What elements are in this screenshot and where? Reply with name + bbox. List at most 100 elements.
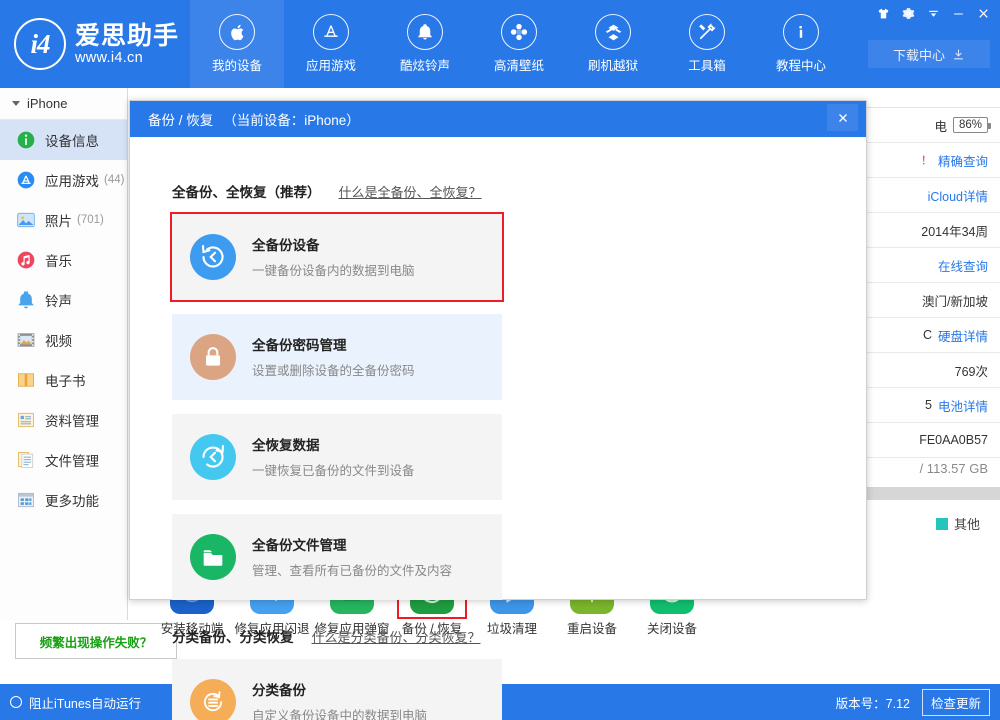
sidebar-item-label: 视频 (45, 330, 72, 350)
info-prefix: C (923, 328, 932, 342)
more-icon (16, 490, 36, 510)
logo-text: i4 (30, 29, 49, 60)
download-center-button[interactable]: 下载中心 (868, 40, 990, 68)
sidebar-item-label: 铃声 (45, 290, 72, 310)
info-value: 2014年34周 (921, 221, 988, 240)
sidebar-item-label: 文件管理 (45, 450, 99, 470)
apple-icon (219, 14, 255, 50)
check-update-button[interactable]: 检查更新 (922, 689, 990, 716)
dialog-title: 备份 / 恢复 (148, 109, 213, 129)
sidebar-item-file-mgmt[interactable]: 文件管理 (0, 440, 127, 480)
sidebar-item-ringtones[interactable]: 铃声 (0, 280, 127, 320)
nav-label: 应用游戏 (306, 55, 356, 74)
itunes-toggle-label: 阻止iTunes自动运行 (29, 693, 141, 712)
section-title: 分类备份、分类恢复 (172, 626, 294, 646)
sidebar-item-device-info[interactable]: 设备信息 (0, 120, 127, 160)
info-prefix: 电 (934, 116, 947, 135)
folder-icon (190, 534, 236, 580)
disk-detail-link[interactable]: 硬盘详情 (938, 326, 988, 345)
itunes-toggle[interactable]: 阻止iTunes自动运行 (0, 684, 128, 720)
close-icon[interactable] (827, 104, 858, 131)
skin-icon[interactable] (871, 3, 896, 23)
battery-detail-link[interactable]: 电池详情 (938, 396, 988, 415)
info-circle-icon (16, 130, 36, 150)
legend-label-other: 其他 (954, 514, 980, 533)
card-full-restore-data[interactable]: 全恢复数据 一键恢复已备份的文件到设备 (172, 414, 502, 500)
sidebar-item-label: 应用游戏 (45, 170, 99, 190)
card-full-backup-password[interactable]: 全备份密码管理 设置或删除设备的全备份密码 (172, 314, 502, 400)
card-desc: 设置或删除设备的全备份密码 (252, 364, 415, 378)
sidebar-item-ebooks[interactable]: 电子书 (0, 360, 127, 400)
dialog-subtitle: （当前设备：iPhone） (223, 109, 360, 129)
sidebar-item-apps-games[interactable]: 应用游戏 (44) (0, 160, 127, 200)
video-icon (16, 330, 36, 350)
device-header[interactable]: iPhone (0, 88, 127, 120)
nav-item-my-device[interactable]: 我的设备 (190, 0, 284, 88)
sidebar-item-video[interactable]: 视频 (0, 320, 127, 360)
card-full-backup-file-mgmt[interactable]: 全备份文件管理 管理、查看所有已备份的文件及内容 (172, 514, 502, 600)
card-desc: 自定义备份设备中的数据到电脑 (252, 709, 427, 720)
menu-icon[interactable] (921, 3, 946, 23)
app-header: i4 爱思助手 www.i4.cn 我的设备 应用游戏 (0, 0, 1000, 88)
dialog-header: 备份 / 恢复 （当前设备：iPhone） (130, 101, 866, 137)
data-icon (16, 410, 36, 430)
nav-item-ringtones[interactable]: 酷炫铃声 (378, 0, 472, 88)
section-help-link[interactable]: 什么是全备份、全恢复？ (339, 182, 482, 201)
section-header-full-backup: 全备份、全恢复（推荐） 什么是全备份、全恢复？ (172, 181, 824, 201)
info-value: FE0AA0B57 (919, 433, 988, 447)
gear-icon[interactable] (896, 3, 921, 23)
lock-icon (190, 334, 236, 380)
tools-icon (689, 14, 725, 50)
download-icon (952, 48, 965, 61)
appstore-icon (16, 170, 36, 190)
sidebar-item-data-mgmt[interactable]: 资料管理 (0, 400, 127, 440)
card-category-backup[interactable]: 分类备份 自定义备份设备中的数据到电脑 (172, 659, 502, 720)
minimize-icon[interactable] (946, 3, 971, 23)
precise-query-link[interactable]: 精确查询 (938, 151, 988, 170)
card-title: 全备份文件管理 (252, 534, 452, 554)
brand-url: www.i4.cn (75, 50, 179, 66)
section-help-link[interactable]: 什么是分类备份、分类恢复？ (312, 627, 481, 646)
nav-item-wallpapers[interactable]: 高清壁纸 (472, 0, 566, 88)
device-name: iPhone (27, 96, 67, 111)
sidebar-item-label: 更多功能 (45, 490, 99, 510)
sidebar-item-label: 设备信息 (45, 130, 99, 150)
nav-item-apps-games[interactable]: 应用游戏 (284, 0, 378, 88)
nav-label: 工具箱 (688, 55, 726, 74)
nav-label: 酷炫铃声 (400, 55, 450, 74)
card-desc: 一键恢复已备份的文件到设备 (252, 464, 415, 478)
main-nav: 我的设备 应用游戏 酷炫铃声 高清壁纸 (190, 0, 848, 88)
nav-item-toolbox[interactable]: 工具箱 (660, 0, 754, 88)
battery-badge: 86% (953, 117, 988, 133)
nav-label: 我的设备 (212, 55, 262, 74)
sidebar-item-music[interactable]: 音乐 (0, 240, 127, 280)
sidebar-item-label: 音乐 (45, 250, 72, 270)
online-query-link[interactable]: 在线查询 (938, 256, 988, 275)
nav-label: 高清壁纸 (494, 55, 544, 74)
nav-item-jailbreak[interactable]: 刷机越狱 (566, 0, 660, 88)
nav-label: 刷机越狱 (588, 55, 638, 74)
info-icon (783, 14, 819, 50)
close-icon[interactable] (971, 3, 996, 23)
window-controls (871, 3, 996, 23)
sidebar-item-more[interactable]: 更多功能 (0, 480, 127, 520)
alert-mark: ！ (921, 152, 932, 168)
section-title: 全备份、全恢复（推荐） (172, 181, 321, 201)
card-desc: 一键备份设备内的数据到电脑 (252, 264, 415, 278)
book-icon (16, 370, 36, 390)
backup-restore-dialog: 备份 / 恢复 （当前设备：iPhone） 全备份、全恢复（推荐） 什么是全备份… (129, 100, 867, 600)
nav-item-tutorials[interactable]: 教程中心 (754, 0, 848, 88)
appstore-icon (313, 14, 349, 50)
sidebar-item-count: (44) (104, 174, 124, 186)
icloud-detail-link[interactable]: iCloud详情 (928, 186, 988, 205)
chevron-down-icon (12, 101, 20, 106)
music-icon (16, 250, 36, 270)
box-icon (595, 14, 631, 50)
category-backup-cards: 分类备份 自定义备份设备中的数据到电脑 分类恢复 自定义恢复备份中的数据到设备 (172, 659, 824, 720)
sidebar-item-photos[interactable]: 照片 (701) (0, 200, 127, 240)
sidebar-item-label: 照片 (45, 210, 72, 230)
card-desc: 管理、查看所有已备份的文件及内容 (252, 564, 452, 578)
card-full-backup-device[interactable]: 全备份设备 一键备份设备内的数据到电脑 (172, 214, 502, 300)
sidebar-item-count: (701) (77, 214, 104, 226)
dialog-body: 全备份、全恢复（推荐） 什么是全备份、全恢复？ 全备份设备 一键备份设备内的数据… (130, 137, 866, 720)
